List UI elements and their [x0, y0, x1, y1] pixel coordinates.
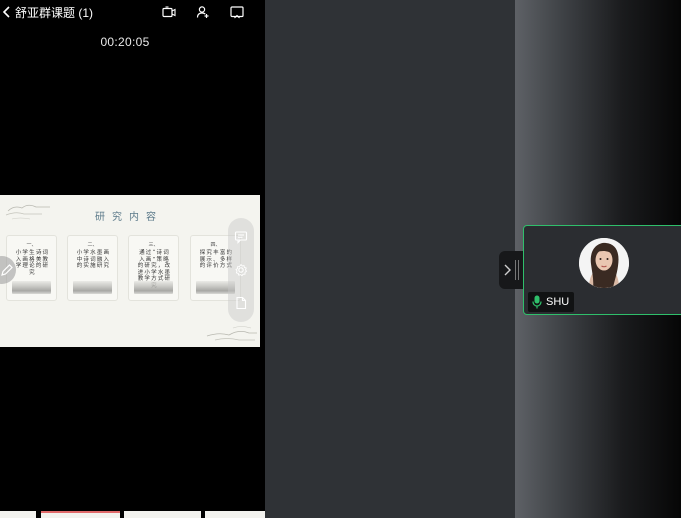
meeting-panel: 舒亚群课题 (1) 00:20:05 研究内容 一、 小学生诗词入画格美教学理论…: [0, 0, 265, 518]
card-number: 二、: [87, 242, 98, 248]
shared-slide[interactable]: 研究内容 一、 小学生诗词入画格美教学理论的研究 二、 小学水墨画中诗词融入的实…: [0, 195, 260, 347]
camera-switch-icon[interactable]: [162, 5, 176, 19]
ink-painting: [134, 281, 173, 294]
top-bar: 舒亚群课题 (1): [0, 0, 265, 26]
slide-thumbnail[interactable]: [41, 511, 120, 518]
drag-handle[interactable]: [518, 260, 519, 280]
card-number: 三、: [148, 242, 159, 248]
card-number: 一、: [26, 242, 37, 248]
slide-thumbnail[interactable]: [0, 511, 36, 518]
mic-icon: [532, 295, 542, 309]
participant-name: SHU: [546, 296, 570, 308]
collapse-panel-button[interactable]: [499, 251, 523, 289]
chevron-right-icon: [504, 264, 511, 276]
participant-name-badge: SHU: [528, 292, 575, 312]
main-stage: [265, 0, 515, 518]
slide-thumbnail[interactable]: [124, 511, 201, 518]
add-person-icon[interactable]: [196, 5, 210, 19]
pencil-icon: [1, 264, 13, 276]
ink-painting: [12, 281, 51, 294]
cloud-decoration: [206, 326, 257, 341]
slide-title: 研究内容: [95, 212, 163, 223]
floating-toolbar: [228, 218, 254, 322]
ink-painting: [73, 281, 112, 294]
document-icon[interactable]: [234, 296, 248, 310]
participant-video-tile[interactable]: SHU: [523, 225, 681, 315]
settings-icon[interactable]: [234, 263, 248, 277]
meeting-timer: 00:20:05: [100, 35, 150, 49]
drag-handle[interactable]: [515, 260, 516, 280]
back-icon[interactable]: [2, 6, 12, 18]
avatar: [579, 238, 629, 288]
slide-card: 二、 小学水墨画中诗词融入的实施研究: [67, 235, 118, 301]
slide-card: 三、 通过“诗词入画”策略的研究，改进小学水墨教学方式研究: [128, 235, 179, 301]
chat-icon[interactable]: [234, 230, 248, 244]
card-text: 小学水墨画中诗词融入的实施研究: [76, 250, 111, 269]
slide-thumbnail[interactable]: [205, 511, 265, 518]
meeting-title: 舒亚群课题 (1): [15, 6, 94, 20]
cast-icon[interactable]: [230, 5, 244, 19]
card-text: 小学生诗词入画格美教学理论的研究: [15, 250, 50, 276]
